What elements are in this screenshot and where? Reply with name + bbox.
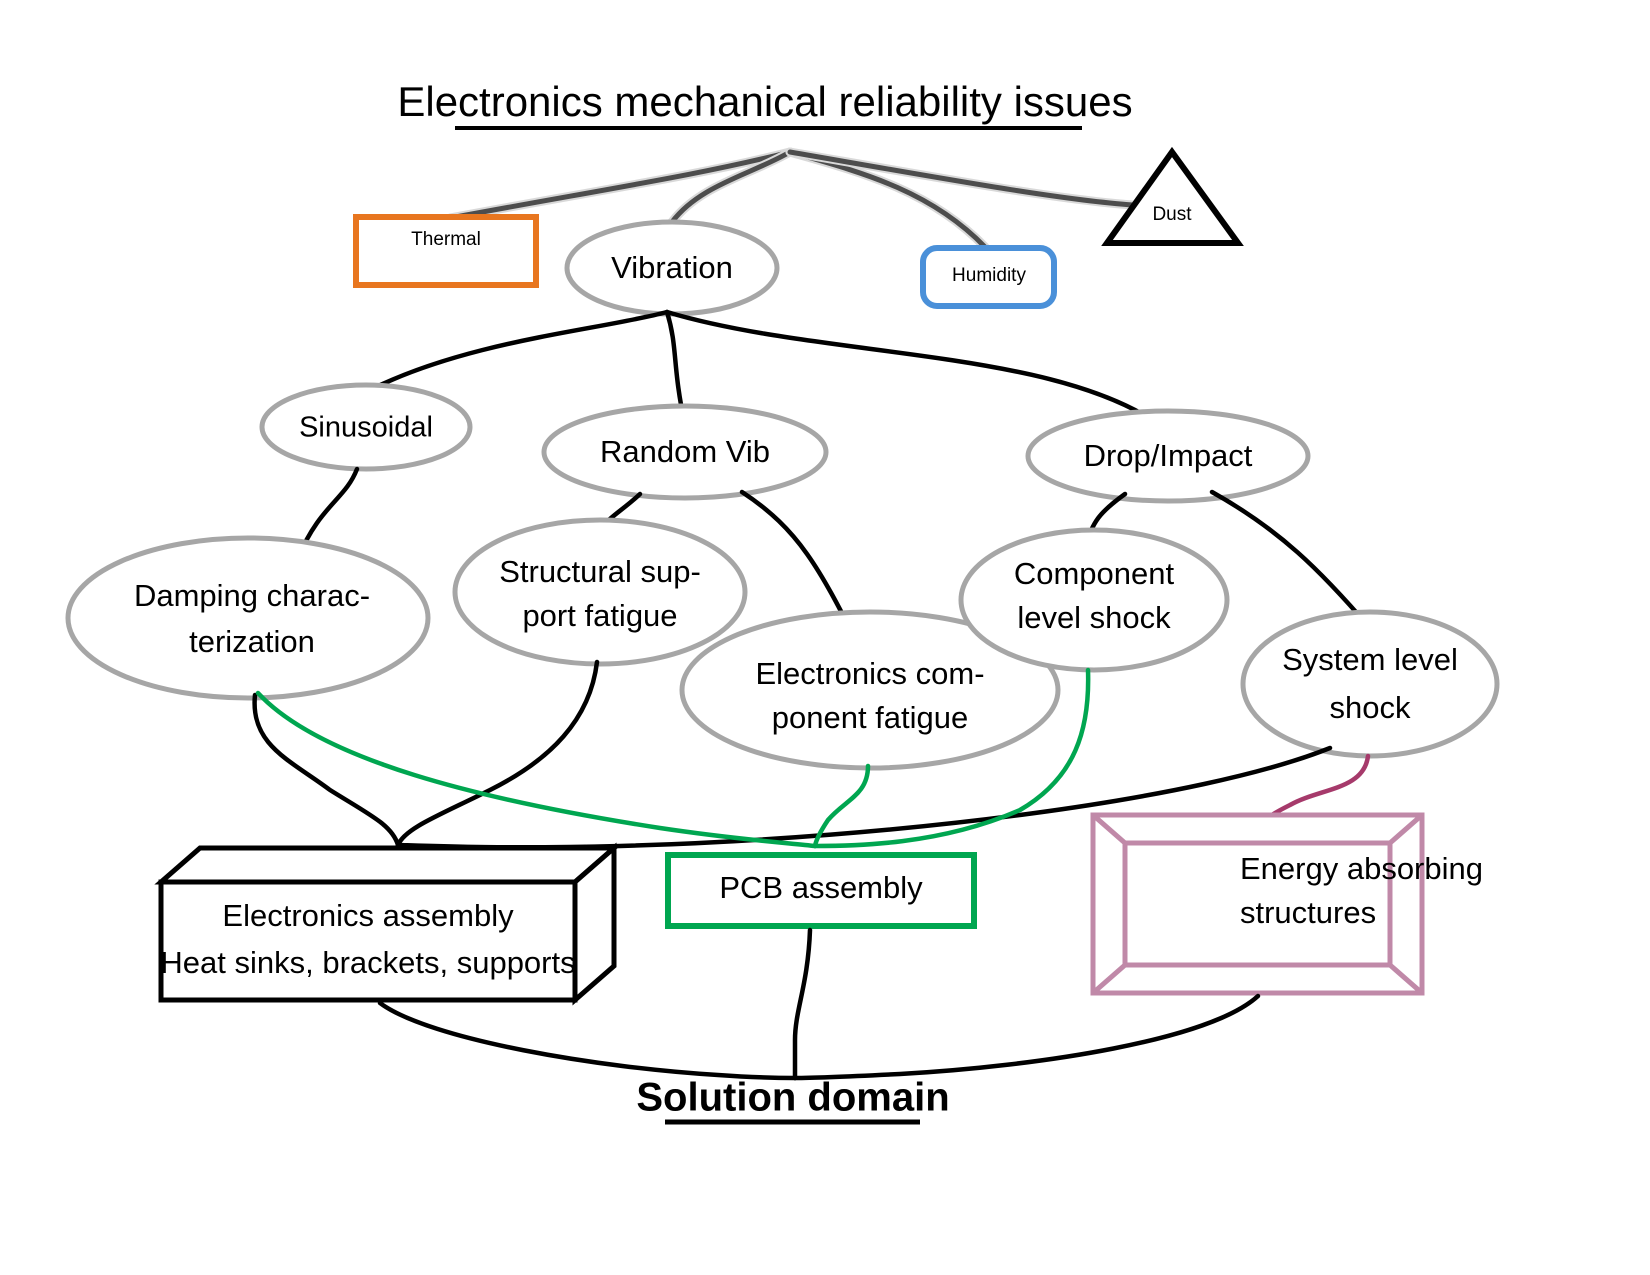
node-drop-impact[interactable]: Drop/Impact [1025,408,1311,504]
node-thermal[interactable]: Thermal [353,214,539,288]
node-structural-support-fatigue[interactable]: Structural sup- port fatigue [452,517,748,667]
node-pcb-assembly[interactable]: PCB assembly [665,852,977,929]
link-vibration-to-sinusoidal [367,309,670,393]
link-root-to-thermal [447,149,793,221]
link-structural-to-electronics-assembly [395,659,600,848]
node-system-level-shock[interactable]: System level shock [1240,609,1500,759]
system-shock-ellipse[interactable] [1240,609,1500,759]
thermal-box[interactable] [353,214,539,288]
electronics-assembly-top-face [154,845,621,885]
link-electronics-assembly-to-solution-domain [377,1000,798,1081]
node-sinusoidal[interactable]: Sinusoidal [259,382,473,472]
random-vib-label: Random Vib [600,434,770,469]
structural-label-line1: Structural sup- [499,554,701,589]
sinusoidal-label: Sinusoidal [299,412,433,444]
system-shock-label-line1: System level [1282,642,1458,677]
component-shock-label-line2: level shock [1017,600,1171,635]
component-shock-label-line1: Component [1014,556,1175,591]
node-random-vib[interactable]: Random Vib [541,403,829,501]
node-humidity[interactable]: Humidity [920,245,1057,309]
dust-triangle[interactable] [1101,146,1244,246]
energy-structures-label-line2: structures [1240,895,1376,930]
root-title-group: Electronics mechanical reliability issue… [397,78,1133,130]
mindmap-svg: Electronics mechanical reliability issue… [65,78,1500,1125]
damping-label-line1: Damping charac- [134,578,370,613]
dust-label: Dust [1152,204,1192,225]
diagram-title: Electronics mechanical reliability issue… [397,78,1132,125]
link-pcb-assembly-to-solution-domain [792,927,813,1081]
link-drop-to-system-shock [1209,489,1373,631]
link-energy-structures-to-solution-domain [792,993,1261,1081]
energy-structures-label-line1: Energy absorbing [1240,851,1483,886]
system-shock-label-line2: shock [1330,690,1411,725]
link-damping-to-electronics-assembly [252,692,401,848]
node-component-level-shock[interactable]: Component level shock [958,527,1230,673]
thermal-label: Thermal [411,229,481,250]
node-dust[interactable]: Dust [1101,146,1244,246]
electronics-fatigue-label-line2: ponent fatigue [772,700,969,735]
damping-ellipse[interactable] [65,535,431,701]
root-connectors [445,147,1138,252]
solution-domain-title: Solution domain [636,1076,949,1120]
node-energy-absorbing-structures[interactable]: Energy absorbing structures [1090,812,1483,996]
structural-label-line2: port fatigue [522,598,677,633]
electronics-assembly-label-line1: Electronics assembly [222,898,514,933]
node-damping-characterization[interactable]: Damping charac- terization [65,535,431,701]
node-vibration[interactable]: Vibration [564,219,780,317]
vibration-label: Vibration [611,250,733,285]
footer-title-group: Solution domain [636,1076,950,1125]
structural-ellipse[interactable] [452,517,748,667]
drop-impact-label: Drop/Impact [1084,438,1253,473]
damping-label-line2: terization [189,624,315,659]
humidity-label: Humidity [952,265,1026,286]
vibration-connectors [367,309,1163,428]
diagram-canvas: Electronics mechanical reliability issue… [0,0,1650,1275]
pcb-assembly-label: PCB assembly [719,870,923,905]
node-electronics-assembly[interactable]: Electronics assembly Heat sinks, bracket… [154,842,621,1006]
electronics-fatigue-label-line1: Electronics com- [755,656,984,691]
electronics-assembly-label-line2: Heat sinks, brackets, supports [160,945,575,980]
